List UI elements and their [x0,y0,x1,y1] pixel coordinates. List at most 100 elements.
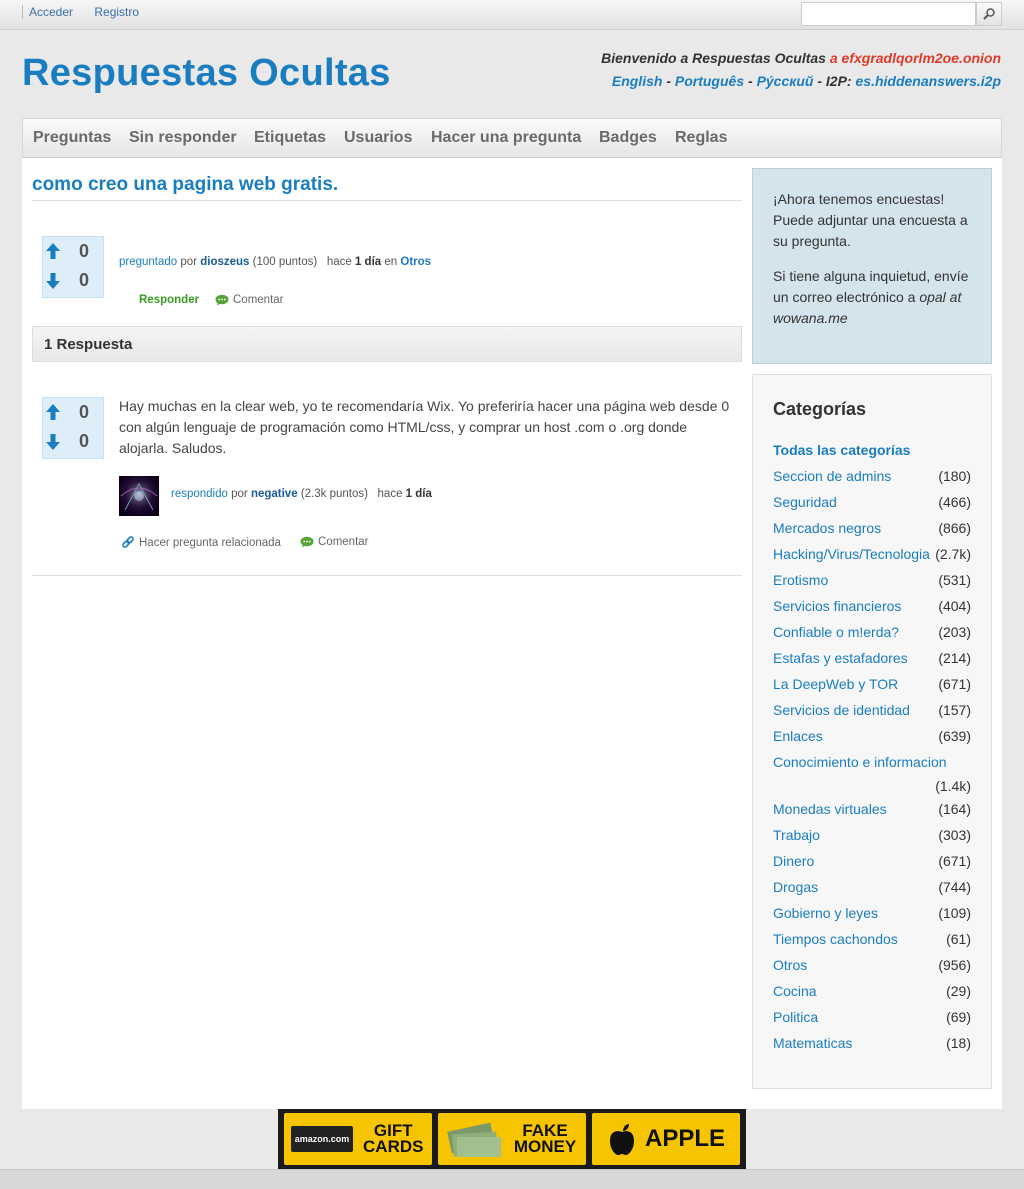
money-icon [447,1122,501,1157]
search-button[interactable] [976,2,1002,26]
category-link[interactable]: Erotismo [773,572,828,588]
vote-up-icon[interactable] [45,242,61,260]
separator: - [817,73,823,89]
category-link[interactable]: Servicios financieros [773,598,901,614]
vote-down-icon[interactable] [45,272,61,290]
category-link[interactable]: Politica [773,1009,818,1025]
nav-item-preguntas[interactable]: Preguntas [33,129,111,147]
category-count: (466) [938,494,971,510]
nav-item-badges[interactable]: Badges [599,129,657,147]
answers-count: 1 Respuesta [44,336,133,353]
category-row: La DeepWeb y TOR (671) [773,676,971,692]
i2p-link[interactable]: es.hiddenanswers.i2p [856,73,1002,89]
login-link[interactable]: Acceder [22,5,80,19]
vote-down-icon[interactable] [45,433,61,451]
time-text: 1 día [354,256,382,268]
category-link[interactable]: Matematicas [773,1035,852,1051]
category-link[interactable]: Tiempos cachondos [773,931,898,947]
downvote-count: 0 [79,270,90,290]
answered-link[interactable]: respondido [171,488,228,500]
category-count: (303) [938,827,971,843]
nav-item-usuarios[interactable]: Usuarios [344,129,412,147]
comment-button[interactable]: Comentar [300,536,369,548]
category-link[interactable]: Otros [400,256,431,268]
comment-button[interactable]: Comentar [215,294,284,306]
category-link[interactable]: Mercados negros [773,520,881,536]
lang-english-link[interactable]: English [612,73,663,89]
search-input[interactable] [801,2,976,26]
answer-meta: respondido por negative (2.3k puntos) ha… [171,488,432,500]
related-question-button[interactable]: Hacer pregunta relacionada [121,536,281,550]
category-link[interactable]: La DeepWeb y TOR [773,676,898,692]
category-link[interactable]: Estafas y estafadores [773,650,908,666]
in-text: en [384,256,398,268]
category-count: (671) [938,676,971,692]
nav-item-sin-responder[interactable]: Sin responder [129,129,237,147]
top-bar: Acceder Registro [0,0,1024,30]
ad-banner[interactable]: amazon.com GIFT CARDS FAKE MONEY APPLE [278,1109,746,1169]
category-count: (531) [938,572,971,588]
category-link[interactable]: Cocina [773,983,817,999]
author-link[interactable]: dioszeus [200,256,249,268]
nav-item-etiquetas[interactable]: Etiquetas [254,129,326,147]
lang-portugues-link[interactable]: Português [675,73,744,89]
category-count: (744) [938,879,971,895]
answers-count-header: 1 Respuesta [32,326,742,362]
category-row: Servicios de identidad (157) [773,702,971,718]
i2p-label: I2P: [825,73,852,89]
gift-cards-ad[interactable]: amazon.com GIFT CARDS [284,1113,432,1165]
fake-money-ad[interactable]: FAKE MONEY [438,1113,586,1165]
category-row: Dinero (671) [773,853,971,869]
category-link[interactable]: Gobierno y leyes [773,905,878,921]
category-link[interactable]: Seccion de admins [773,468,891,484]
comment-icon [215,294,229,306]
category-row: Trabajo (303) [773,827,971,843]
answer-body: Hay muchas en la clear web, yo te recome… [119,398,730,456]
nav-item-hacer-pregunta[interactable]: Hacer una pregunta [431,129,581,147]
category-count: (18) [946,1035,971,1051]
register-link[interactable]: Registro [88,5,145,19]
vote-up-icon[interactable] [45,403,61,421]
apple-ad[interactable]: APPLE [592,1113,740,1165]
apple-icon [609,1124,634,1155]
gift-cards-label: GIFT CARDS [363,1121,424,1156]
category-count: (671) [938,853,971,869]
category-row: Politica (69) [773,1009,971,1025]
onion-link[interactable]: a efxgradlqorlm2oe.onion [830,50,1001,66]
answer-button[interactable]: Responder [139,294,199,306]
author-link[interactable]: negative [251,488,298,500]
apple-label: APPLE [644,1125,725,1152]
category-link[interactable]: Hacking/Virus/Tecnologia [773,546,930,562]
answer-label: Responder [139,294,200,306]
nav-item-reglas[interactable]: Reglas [675,129,727,147]
category-link[interactable]: Dinero [773,853,814,869]
category-count: (180) [938,468,971,484]
category-link[interactable]: Servicios de identidad [773,702,910,718]
category-count: (61) [946,931,971,947]
asked-link[interactable]: preguntado [119,256,177,268]
category-link[interactable]: Confiable o m!erda? [773,624,899,640]
category-row: Seccion de admins (180) [773,468,971,484]
category-link[interactable]: Conocimiento e informacion [773,754,947,770]
all-categories-link[interactable]: Todas las categorías [773,442,910,458]
category-link[interactable]: Enlaces [773,728,823,744]
category-link[interactable]: Trabajo [773,827,820,843]
category-count: (1.4k) [935,778,971,794]
amazon-logo: amazon.com [290,1126,354,1152]
categories-title: Categorías [773,399,867,419]
category-row: Tiempos cachondos (61) [773,931,971,947]
category-row: Hacking/Virus/Tecnologia (2.7k) [773,546,971,562]
avatar[interactable] [119,476,159,516]
lang-russian-link[interactable]: Рýсский [757,73,814,89]
category-count: (69) [946,1009,971,1025]
category-link[interactable]: Seguridad [773,494,837,510]
poll-notice: ¡Ahora tenemos encuestas! Puede adjuntar… [752,168,992,364]
question-title[interactable]: como creo una pagina web gratis. [32,174,338,196]
category-link[interactable]: Drogas [773,879,818,895]
site-logo[interactable]: Respuestas Ocultas [22,52,391,95]
category-count: (956) [938,957,971,973]
related-label: Hacer pregunta relacionada [139,537,281,549]
category-count: (2.7k) [935,546,971,562]
category-link[interactable]: Monedas virtuales [773,801,887,817]
category-link[interactable]: Otros [773,957,807,973]
